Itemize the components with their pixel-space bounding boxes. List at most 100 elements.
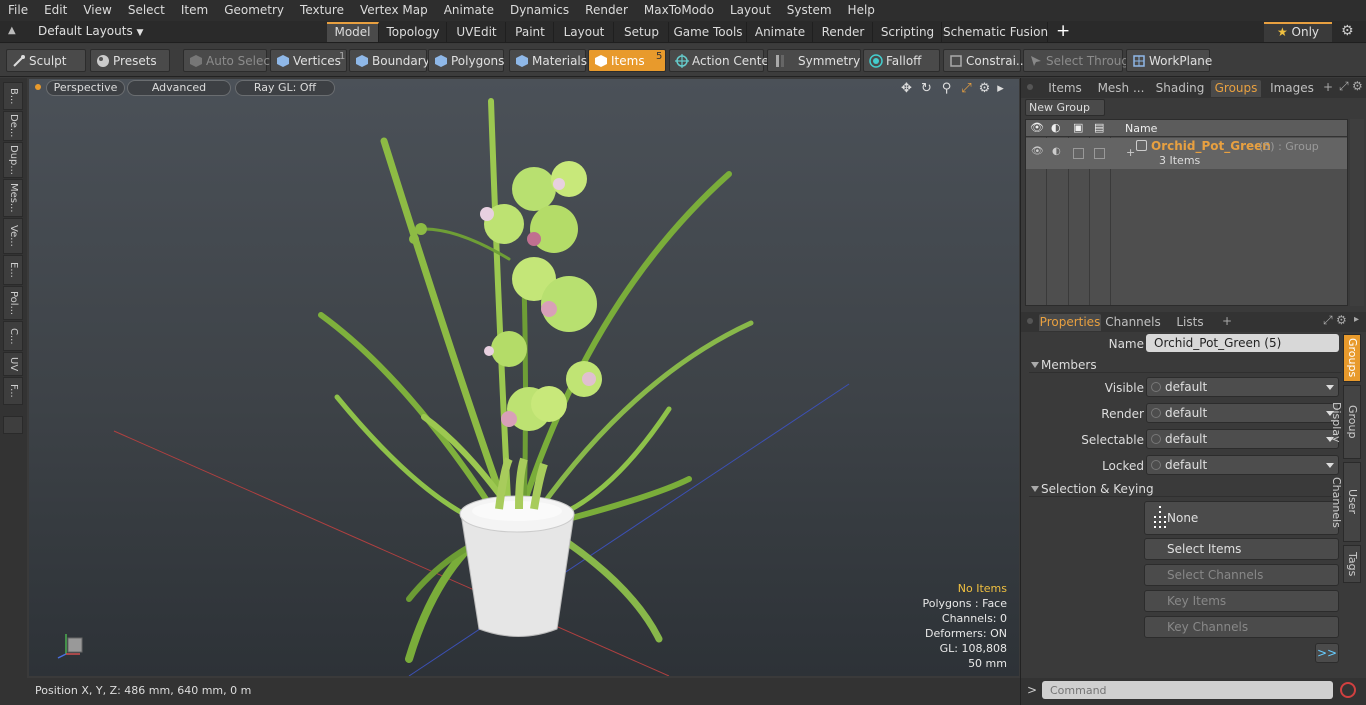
only-toggle[interactable]: ★ Only [1264,22,1332,42]
tab-uvedit[interactable]: UVEdit [448,22,506,42]
row-select-checkbox[interactable] [1094,148,1105,159]
boundary-button[interactable]: Boundary [349,49,430,72]
left-tab-extra[interactable] [3,416,23,434]
collapse-icon[interactable]: ▲ [8,25,20,37]
menu-file[interactable]: File [0,0,36,21]
workplane-button[interactable]: WorkPlane [1126,49,1212,72]
name-field[interactable]: Orchid_Pot_Green (5) [1146,334,1339,352]
3d-viewport[interactable]: Perspective Advanced Ray GL: Off ✥ ↻ ⚲ ⤢… [29,79,1019,676]
expand-plus-icon[interactable]: + [1126,146,1135,159]
left-tab-duplicate[interactable]: Dup... [3,142,23,178]
panel-gear-icon[interactable]: ⚙ [1336,313,1347,327]
add-tab-icon[interactable]: + [1222,314,1232,328]
tab-layout[interactable]: Layout [555,22,614,42]
menu-view[interactable]: View [75,0,119,21]
left-tab-basic[interactable]: B... [3,82,23,110]
left-tab-mesh[interactable]: Mes... [3,179,23,217]
tab-shading[interactable]: Shading [1152,80,1208,97]
sculpt-button[interactable]: Sculpt [6,49,86,72]
select-channels-button[interactable]: Select Channels [1144,564,1339,586]
symmetry-button[interactable]: Symmetry [767,49,861,72]
key-channels-button[interactable]: Key Channels [1144,616,1339,638]
menu-vertex-map[interactable]: Vertex Map [352,0,436,21]
constraints-button[interactable]: Constrai... [943,49,1027,72]
tab-topology[interactable]: Topology [380,22,447,42]
presets-button[interactable]: Presets [90,49,170,72]
visible-dropdown[interactable]: default [1146,377,1339,397]
side-tab-user-channels[interactable]: User Channels [1330,462,1361,542]
tab-lists[interactable]: Lists [1166,314,1214,331]
left-tab-curve[interactable]: C... [3,321,23,351]
select-icon[interactable]: ▤ [1094,121,1104,134]
row-render-icon[interactable]: ◐ [1052,146,1061,157]
menu-system[interactable]: System [779,0,840,21]
none-button[interactable]: None [1144,501,1339,535]
render-icon[interactable]: ◐ [1051,121,1061,134]
more-button[interactable]: >> [1315,643,1339,663]
tab-channels[interactable]: Channels [1105,314,1161,331]
left-tab-vertex[interactable]: Ve... [3,218,23,254]
tab-model[interactable]: Model [327,22,379,42]
add-tab-icon[interactable]: + [1056,21,1070,41]
tab-animate[interactable]: Animate [748,22,813,42]
tab-paint[interactable]: Paint [507,22,554,42]
auto-select-button[interactable]: Auto Select [183,49,275,72]
group-name[interactable]: Orchid_Pot_Green [1151,139,1271,153]
tab-schematic-fusion[interactable]: Schematic Fusion [943,22,1048,42]
left-tab-fusion[interactable]: F... [3,377,23,405]
record-icon[interactable] [1340,682,1356,698]
menu-animate[interactable]: Animate [436,0,502,21]
menu-geometry[interactable]: Geometry [216,0,292,21]
key-items-button[interactable]: Key Items [1144,590,1339,612]
arrow-right-icon[interactable]: ▸ [1354,314,1359,325]
locked-dropdown[interactable]: default [1146,455,1339,475]
tab-setup[interactable]: Setup [615,22,669,42]
select-through-button[interactable]: Select Through [1023,49,1137,72]
expand-panel-icon[interactable]: ⤢ [1323,313,1333,328]
tab-properties[interactable]: Properties [1039,314,1101,331]
vertices-button[interactable]: Vertices [270,49,347,72]
tab-scripting[interactable]: Scripting [874,22,942,42]
left-tab-edge[interactable]: E... [3,255,23,285]
members-section[interactable]: Members [1029,357,1341,373]
select-items-button[interactable]: Select Items [1144,538,1339,560]
menu-maxtomodo[interactable]: MaxToModo [636,0,722,21]
command-input[interactable] [1042,681,1333,699]
side-tab-group-display[interactable]: Group Display [1330,385,1361,459]
lock-icon[interactable]: ▣ [1073,121,1083,134]
panel-menu-dot[interactable] [1027,318,1033,324]
side-tab-groups[interactable]: Groups [1343,334,1361,382]
selectable-dropdown[interactable]: default [1146,429,1339,449]
group-row[interactable]: 👁 ◐ + Orchid_Pot_Green (5) : Group 3 Ite… [1026,138,1347,169]
action-center-button[interactable]: Action Center [669,49,774,72]
tab-items[interactable]: Items [1041,80,1089,97]
menu-dynamics[interactable]: Dynamics [502,0,577,21]
gear-icon[interactable]: ⚙ [1341,23,1354,39]
selection-keying-section[interactable]: Selection & Keying [1029,481,1341,497]
panel-gear-icon[interactable]: ⚙ [1352,79,1363,93]
tab-render[interactable]: Render [814,22,873,42]
menu-layout[interactable]: Layout [722,0,779,21]
tab-images[interactable]: Images [1266,80,1318,97]
eye-icon[interactable]: 👁 [1030,121,1044,134]
polygons-button[interactable]: Polygons [428,49,504,72]
menu-item[interactable]: Item [173,0,216,21]
row-eye-icon[interactable]: 👁 [1031,146,1044,157]
left-tab-deform[interactable]: De... [3,111,23,141]
expand-panel-icon[interactable]: ⤢ [1339,79,1349,94]
add-tab-icon[interactable]: + [1323,80,1333,94]
tab-game-tools[interactable]: Game Tools [670,22,747,42]
new-group-button[interactable]: New Group [1025,99,1105,116]
side-tab-tags[interactable]: Tags [1343,545,1361,583]
menu-select[interactable]: Select [120,0,173,21]
items-button[interactable]: Items [588,49,666,72]
left-tab-polygon[interactable]: Pol... [3,286,23,320]
tab-mesh[interactable]: Mesh ... [1093,80,1149,97]
render-dropdown[interactable]: default [1146,403,1339,423]
falloff-button[interactable]: Falloff [863,49,940,72]
tab-groups[interactable]: Groups [1211,80,1261,97]
group-list-scrollbar[interactable] [1350,119,1364,306]
menu-texture[interactable]: Texture [292,0,352,21]
menu-render[interactable]: Render [577,0,636,21]
menu-edit[interactable]: Edit [36,0,75,21]
